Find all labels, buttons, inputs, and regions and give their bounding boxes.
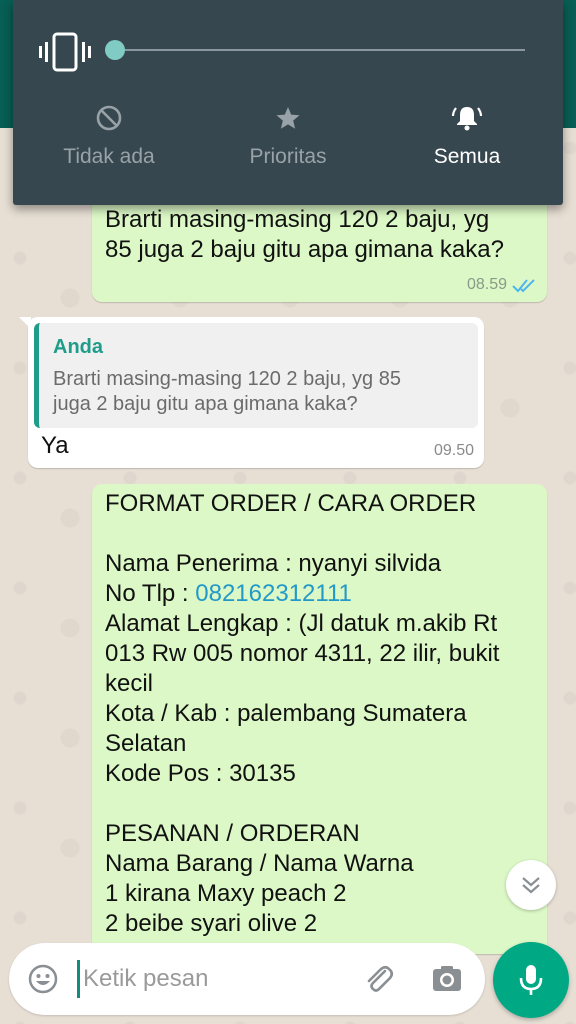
volume-slider-thumb[interactable] <box>105 40 125 60</box>
message-text-line: kecil <box>105 670 154 697</box>
mode-label: Tidak ada <box>63 145 155 168</box>
message-text-line: No Tlp : 082162312111 <box>105 579 533 609</box>
text-cursor <box>77 960 80 998</box>
message-text-line: Selatan <box>105 730 187 757</box>
message-text: Ya <box>41 432 69 459</box>
quote-author: Anda <box>53 336 103 358</box>
message-text-line <box>105 789 533 819</box>
message-text-line: 2 beibe syari olive 2 <box>105 910 318 937</box>
double-check-icon <box>512 279 535 293</box>
emoji-icon[interactable] <box>27 963 59 995</box>
message-text-line: Kode Pos : 30135 <box>105 760 296 787</box>
star-icon <box>276 107 300 129</box>
block-icon <box>96 105 122 131</box>
message-text-line: FORMAT ORDER / CARA ORDER <box>105 490 477 517</box>
volume-panel: Tidak ada Prioritas Semua <box>13 0 563 205</box>
mode-label: Semua <box>433 145 501 168</box>
message-text-line: Brarti masing-masing 120 2 baju, yg <box>105 206 490 233</box>
message-text-line: PESANAN / ORDERAN <box>105 820 360 847</box>
mode-all[interactable]: Semua <box>377 104 557 194</box>
message-bubble-outgoing[interactable]: FORMAT ORDER / CARA ORDER Nama Penerima … <box>92 484 547 954</box>
message-text-line: Alamat Lengkap : (Jl datuk m.akib Rt <box>105 610 498 637</box>
message-text-line: Nama Penerima : nyanyi silvida <box>105 550 442 577</box>
mode-priority[interactable]: Prioritas <box>198 104 378 194</box>
message-bubble-outgoing[interactable]: Brarti masing-masing 120 2 baju, yg 85 j… <box>92 190 547 302</box>
camera-icon[interactable] <box>429 961 465 997</box>
voice-message-button[interactable] <box>493 942 569 1018</box>
mode-label: Prioritas <box>249 145 327 168</box>
message-text-line: 1 kirana Maxy peach 2 <box>105 880 347 907</box>
bell-icon <box>451 107 483 131</box>
quote-text-line: Brarti masing-masing 120 2 baju, yg 85 <box>53 368 401 390</box>
message-time: 09.50 <box>433 442 474 459</box>
microphone-icon <box>519 965 543 995</box>
phone-label: No Tlp : <box>105 580 196 607</box>
quote-text: Brarti masing-masing 120 2 baju, yg 85 j… <box>53 367 466 417</box>
vibrate-icon[interactable] <box>39 30 91 74</box>
message-time: 08.59 <box>466 276 507 293</box>
quoted-message[interactable]: Anda Brarti masing-masing 120 2 baju, yg… <box>34 323 478 428</box>
message-input[interactable] <box>83 959 343 999</box>
message-text-line: 85 juga 2 baju gitu apa gimana kaka? <box>105 236 504 263</box>
message-bubble-incoming[interactable]: Anda Brarti masing-masing 120 2 baju, yg… <box>19 317 484 468</box>
message-text-line <box>105 519 533 549</box>
message-text-line: 013 Rw 005 nomor 4311, 22 ilir, bukit <box>105 640 500 667</box>
paperclip-icon[interactable] <box>361 961 397 997</box>
scroll-to-bottom-button[interactable] <box>506 860 556 910</box>
message-text-line: Kota / Kab : palembang Sumatera <box>105 700 467 727</box>
quote-text-line: juga 2 baju gitu apa gimana kaka? <box>53 393 358 415</box>
phone-number-link[interactable]: 082162312111 <box>195 580 352 607</box>
message-composer <box>9 943 485 1015</box>
double-chevron-down-icon <box>522 877 540 894</box>
message-text-line: Nama Barang / Nama Warna <box>105 850 414 877</box>
volume-slider[interactable] <box>105 40 525 60</box>
mode-none[interactable]: Tidak ada <box>19 104 199 194</box>
